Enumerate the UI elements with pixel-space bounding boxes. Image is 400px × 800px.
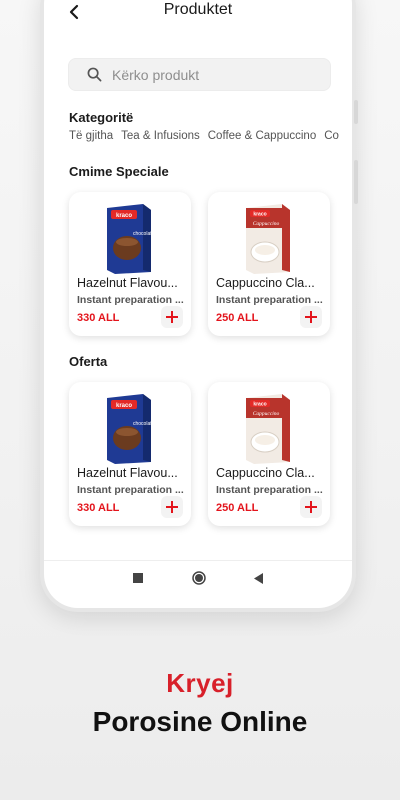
search-input[interactable] — [112, 66, 312, 83]
search-bar[interactable] — [68, 58, 331, 91]
plus-icon — [305, 501, 317, 513]
add-to-cart-button[interactable] — [161, 306, 183, 328]
product-name: Cappuccino Cla... — [216, 466, 315, 480]
product-price: 330 ALL — [77, 502, 120, 514]
app-header: Produktet — [44, 0, 352, 44]
section-title-offers: Oferta — [69, 354, 108, 369]
svg-text:Cappuccino: Cappuccino — [253, 411, 280, 417]
svg-text:Cappuccino: Cappuccino — [253, 221, 280, 227]
phone-screen: Produktet Kategoritë Të gjitha Tea & Inf… — [44, 0, 352, 608]
product-description: Instant preparation ... — [216, 484, 323, 496]
category-list: Të gjitha Tea & Infusions Coffee & Cappu… — [69, 130, 352, 142]
phone-side-button — [354, 160, 358, 204]
add-to-cart-button[interactable] — [161, 496, 183, 518]
product-price: 250 ALL — [216, 502, 259, 514]
cappuccino-box-image: kraco Cappuccino — [246, 394, 290, 464]
product-description: Instant preparation ... — [77, 484, 184, 496]
triangle-left-icon — [254, 572, 263, 584]
category-more[interactable]: Co — [324, 130, 339, 142]
home-button[interactable] — [189, 568, 209, 588]
category-all[interactable]: Të gjitha — [69, 130, 113, 142]
plus-icon — [166, 311, 178, 323]
categories-title: Kategoritë — [69, 110, 134, 125]
search-icon — [87, 67, 102, 82]
add-to-cart-button[interactable] — [300, 496, 322, 518]
svg-text:kraco: kraco — [253, 402, 266, 408]
back-nav-button[interactable] — [249, 568, 269, 588]
product-price: 330 ALL — [77, 312, 120, 324]
promo-line-1: Kryej — [166, 668, 234, 698]
product-card[interactable]: kraco Cappuccino Cappuccino Cla... Insta… — [208, 382, 330, 526]
circle-icon — [192, 571, 206, 585]
product-name: Cappuccino Cla... — [216, 276, 315, 290]
add-to-cart-button[interactable] — [300, 306, 322, 328]
product-price: 250 ALL — [216, 312, 259, 324]
product-description: Instant preparation ... — [77, 294, 184, 306]
page-title: Produktet — [163, 1, 233, 18]
svg-text:chocolate: chocolate — [133, 231, 155, 237]
product-name: Hazelnut Flavou... — [77, 466, 178, 480]
promo-line-2: Porosine Online — [92, 706, 308, 737]
square-icon — [133, 573, 143, 583]
svg-text:kraco: kraco — [116, 213, 132, 219]
recents-button[interactable] — [128, 568, 148, 588]
product-card[interactable]: kraco Cappuccino Cappuccino Cla... Insta… — [208, 192, 330, 336]
plus-icon — [305, 311, 317, 323]
phone-side-button — [354, 100, 358, 124]
product-card[interactable]: kraco chocolate Hazelnut Flavou... Insta… — [69, 192, 191, 336]
product-card[interactable]: kraco chocolate Hazelnut Flavou... Insta… — [69, 382, 191, 526]
plus-icon — [166, 501, 178, 513]
svg-text:chocolate: chocolate — [133, 421, 155, 427]
nav-divider — [44, 560, 352, 561]
cappuccino-box-image: kraco Cappuccino — [246, 204, 290, 274]
hot-chocolate-box-image: kraco chocolate — [107, 394, 155, 464]
system-nav-bar — [44, 568, 352, 592]
svg-text:kraco: kraco — [116, 403, 132, 409]
svg-text:kraco: kraco — [253, 212, 266, 218]
product-description: Instant preparation ... — [216, 294, 323, 306]
category-coffee[interactable]: Coffee & Cappuccino — [208, 130, 316, 142]
hot-chocolate-box-image: kraco chocolate — [107, 204, 155, 274]
category-tea[interactable]: Tea & Infusions — [121, 130, 200, 142]
product-name: Hazelnut Flavou... — [77, 276, 178, 290]
section-title-special: Cmime Speciale — [69, 164, 169, 179]
